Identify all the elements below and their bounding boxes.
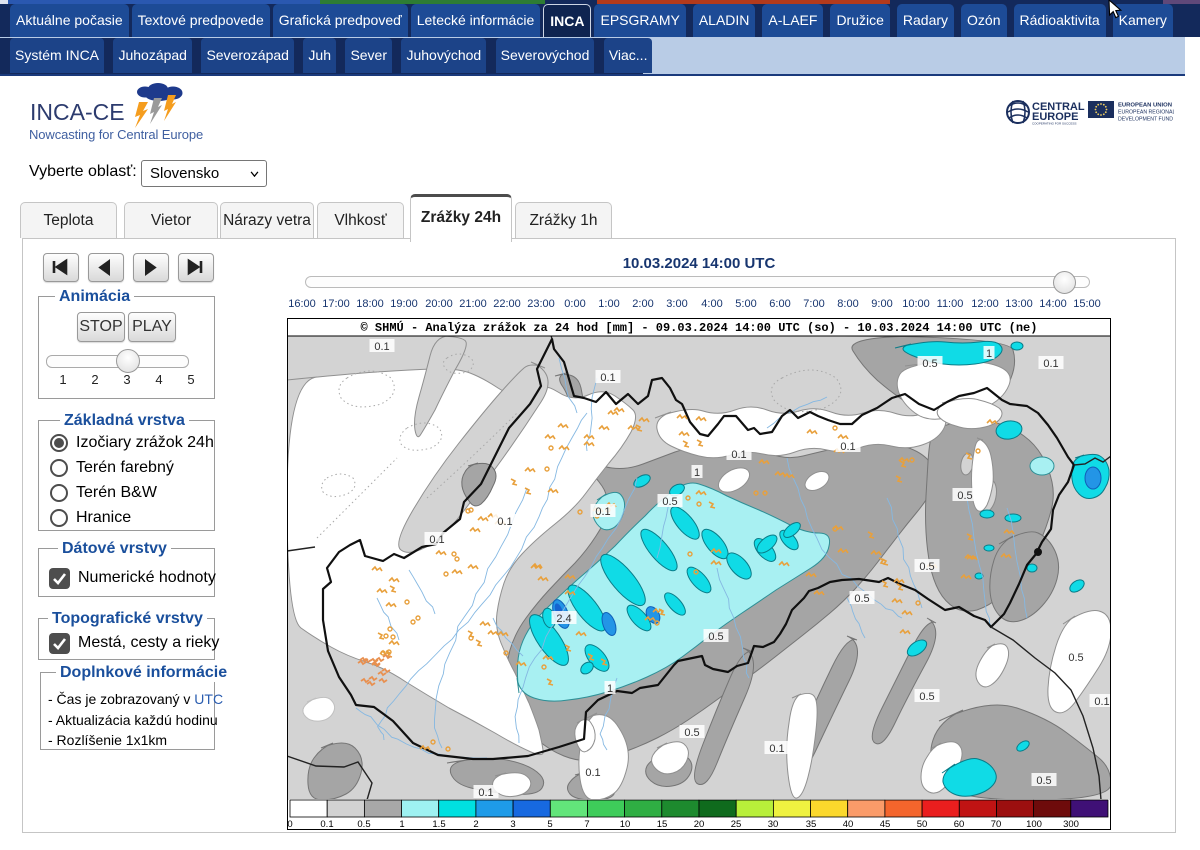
svg-text:0.5: 0.5 [919,691,934,703]
svg-text:7: 7 [584,819,589,830]
svg-text:0.5: 0.5 [684,727,699,739]
svg-text:0.1: 0.1 [497,516,512,528]
svg-text:0.5: 0.5 [854,593,869,605]
svg-text:0.5: 0.5 [922,358,937,370]
svg-text:0.5: 0.5 [919,561,934,573]
svg-text:0.1: 0.1 [478,787,493,799]
svg-text:COOPERATING FOR SUCCESS: COOPERATING FOR SUCCESS [1032,122,1076,126]
svg-text:60: 60 [954,819,965,830]
svg-text:0.1: 0.1 [840,441,855,453]
svg-text:0.1: 0.1 [374,341,389,353]
svg-text:35: 35 [806,819,817,830]
svg-text:EUROPEAN REGIONAL: EUROPEAN REGIONAL [1118,110,1174,116]
svg-text:50: 50 [917,819,928,830]
svg-text:25: 25 [731,819,742,830]
svg-text:30: 30 [768,819,779,830]
svg-text:1: 1 [399,819,404,830]
svg-text:1: 1 [694,467,700,479]
svg-text:0.5: 0.5 [957,490,972,502]
svg-text:0.5: 0.5 [1036,775,1051,787]
svg-text:1: 1 [986,348,992,360]
svg-text:20: 20 [694,819,705,830]
svg-text:2: 2 [473,819,478,830]
svg-text:0.5: 0.5 [357,819,370,830]
svg-text:0.1: 0.1 [320,819,333,830]
svg-text:10: 10 [620,819,631,830]
svg-text:0.1: 0.1 [429,534,444,546]
svg-text:DEVELOPMENT FUND: DEVELOPMENT FUND [1118,117,1173,123]
svg-text:0.1: 0.1 [585,767,600,779]
svg-text:0.1: 0.1 [1094,696,1109,708]
svg-text:0.1: 0.1 [595,506,610,518]
svg-text:2.4: 2.4 [556,613,571,625]
svg-text:300: 300 [1063,819,1079,830]
svg-text:100: 100 [1026,819,1042,830]
svg-text:0.5: 0.5 [662,496,677,508]
svg-text:1.5: 1.5 [432,819,445,830]
svg-text:0.5: 0.5 [708,631,723,643]
svg-text:15: 15 [657,819,668,830]
svg-text:5: 5 [547,819,552,830]
svg-text:45: 45 [880,819,891,830]
svg-text:0.5: 0.5 [1068,652,1083,664]
svg-text:0: 0 [287,819,292,830]
svg-text:© SHMÚ - Analýza zrážok za 24: © SHMÚ - Analýza zrážok za 24 hod [mm] -… [361,320,1038,335]
svg-text:1: 1 [607,683,613,695]
svg-text:0.1: 0.1 [1043,358,1058,370]
svg-text:70: 70 [991,819,1002,830]
svg-text:0.1: 0.1 [769,743,784,755]
svg-text:0.1: 0.1 [731,449,746,461]
svg-text:3: 3 [510,819,515,830]
svg-text:40: 40 [843,819,854,830]
svg-text:EUROPEAN UNION: EUROPEAN UNION [1118,103,1172,109]
svg-text:0.1: 0.1 [600,372,615,384]
